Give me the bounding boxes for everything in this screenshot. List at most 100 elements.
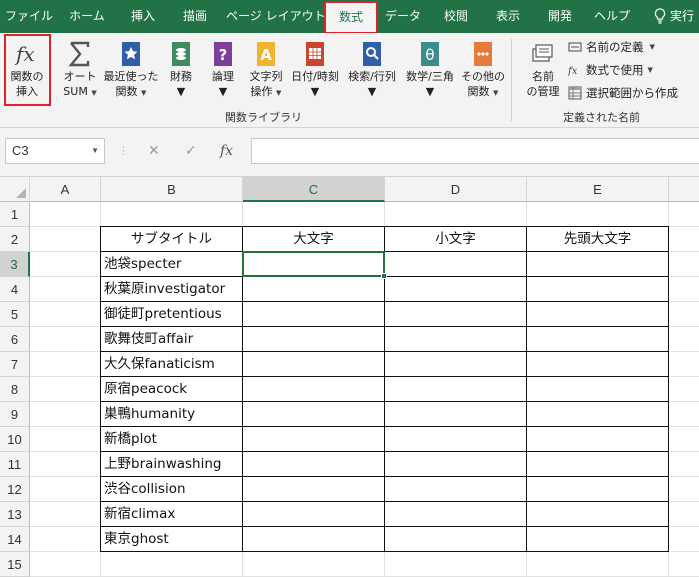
cell[interactable] (243, 402, 385, 427)
cell[interactable] (385, 552, 527, 577)
cell[interactable] (669, 402, 699, 427)
cell[interactable] (243, 277, 385, 302)
cell[interactable] (243, 252, 385, 277)
use-in-formula-button[interactable]: fx 数式で使用 ▼ (568, 61, 653, 79)
cell[interactable] (669, 427, 699, 452)
column-header-partial[interactable] (669, 177, 699, 202)
cell[interactable] (385, 327, 527, 352)
tab-insert[interactable]: 挿入 (120, 0, 166, 33)
row-header-11[interactable]: 11 (0, 452, 30, 477)
subtitle-cell[interactable]: 御徒町pretentious (101, 302, 243, 327)
cell[interactable] (527, 452, 669, 477)
cell[interactable] (385, 377, 527, 402)
cell[interactable] (30, 202, 101, 227)
column-header-b[interactable]: B (101, 177, 243, 202)
financial-button[interactable]: 財務 ▼ (162, 35, 200, 99)
cell[interactable] (101, 552, 243, 577)
cell[interactable] (243, 202, 385, 227)
row-header-5[interactable]: 5 (0, 302, 30, 327)
column-header-d[interactable]: D (385, 177, 527, 202)
name-manager-button[interactable]: 名前 の管理 (520, 35, 566, 99)
cell[interactable] (30, 452, 101, 477)
cell[interactable] (669, 227, 699, 252)
cell[interactable] (30, 427, 101, 452)
tab-help[interactable]: ヘルプ (590, 0, 634, 33)
cell[interactable] (30, 302, 101, 327)
enter-check-icon[interactable]: ✓ (185, 138, 197, 164)
cell[interactable] (30, 477, 101, 502)
subtitle-cell[interactable]: 東京ghost (101, 527, 243, 552)
cell[interactable] (669, 377, 699, 402)
row-header-6[interactable]: 6 (0, 327, 30, 352)
create-from-selection-button[interactable]: 選択範囲から作成 (568, 84, 678, 102)
cell[interactable] (243, 502, 385, 527)
subtitle-cell[interactable]: 池袋specter (101, 252, 243, 277)
cell[interactable] (385, 202, 527, 227)
row-header-14[interactable]: 14 (0, 527, 30, 552)
table-header-cell[interactable]: 先頭大文字 (527, 227, 669, 252)
cell[interactable] (243, 427, 385, 452)
column-header-c[interactable]: C (243, 177, 385, 202)
column-header-e[interactable]: E (527, 177, 669, 202)
cell[interactable] (669, 452, 699, 477)
cell[interactable] (30, 277, 101, 302)
cell[interactable] (30, 502, 101, 527)
cell[interactable] (385, 427, 527, 452)
cell[interactable] (30, 552, 101, 577)
cell[interactable] (669, 527, 699, 552)
cell[interactable] (669, 302, 699, 327)
row-header-1[interactable]: 1 (0, 202, 30, 227)
insert-function-fx-icon[interactable]: fx (220, 138, 233, 164)
cell[interactable] (527, 527, 669, 552)
table-header-cell[interactable]: サブタイトル (101, 227, 243, 252)
cell[interactable] (669, 552, 699, 577)
tab-draw[interactable]: 描画 (172, 0, 218, 33)
cell[interactable] (527, 552, 669, 577)
cell[interactable] (385, 502, 527, 527)
tab-page-layout[interactable]: ページ レイアウト (226, 0, 326, 33)
cell[interactable] (527, 327, 669, 352)
tab-tell-me[interactable]: 実行 (670, 0, 699, 33)
cell[interactable] (385, 352, 527, 377)
table-header-cell[interactable]: 小文字 (385, 227, 527, 252)
cell[interactable] (385, 252, 527, 277)
column-header-a[interactable]: A (30, 177, 101, 202)
cell[interactable] (669, 477, 699, 502)
cell[interactable] (669, 352, 699, 377)
row-header-13[interactable]: 13 (0, 502, 30, 527)
row-header-12[interactable]: 12 (0, 477, 30, 502)
tab-data[interactable]: データ (382, 0, 424, 33)
cell[interactable] (30, 352, 101, 377)
row-header-3[interactable]: 3 (0, 252, 30, 277)
cell[interactable] (30, 377, 101, 402)
subtitle-cell[interactable]: 新橋plot (101, 427, 243, 452)
cell[interactable] (527, 352, 669, 377)
text-functions-button[interactable]: A 文字列 操作 ▼ (244, 35, 288, 101)
cell[interactable] (101, 202, 243, 227)
worksheet-grid[interactable]: ABCDE 1 2 3 4 5 6 7 8 9 10 11 12 13 14 15 サブタイトル 大文字 小文字… (0, 176, 699, 577)
more-functions-button[interactable]: その他の 関数 ▼ (460, 35, 506, 101)
cell[interactable] (669, 252, 699, 277)
cell[interactable] (385, 527, 527, 552)
subtitle-cell[interactable]: 秋葉原investigator (101, 277, 243, 302)
cell[interactable] (527, 427, 669, 452)
cell[interactable] (669, 202, 699, 227)
cell[interactable] (385, 477, 527, 502)
row-header-2[interactable]: 2 (0, 227, 30, 252)
formula-input[interactable] (251, 138, 699, 164)
cell[interactable] (527, 202, 669, 227)
cell[interactable] (243, 327, 385, 352)
cell[interactable] (527, 377, 669, 402)
cell[interactable] (243, 477, 385, 502)
lightbulb-icon[interactable] (654, 8, 666, 24)
cell[interactable] (385, 402, 527, 427)
define-name-button[interactable]: 名前の定義 ▼ (568, 38, 655, 56)
logical-button[interactable]: ? 論理 ▼ (204, 35, 242, 99)
math-trig-button[interactable]: θ 数学/三角 ▼ (402, 35, 458, 99)
name-box[interactable]: C3 ▼ (5, 138, 105, 164)
cell[interactable] (527, 402, 669, 427)
subtitle-cell[interactable]: 巣鴨humanity (101, 402, 243, 427)
cell[interactable] (30, 527, 101, 552)
cell[interactable] (527, 277, 669, 302)
cell[interactable] (527, 302, 669, 327)
